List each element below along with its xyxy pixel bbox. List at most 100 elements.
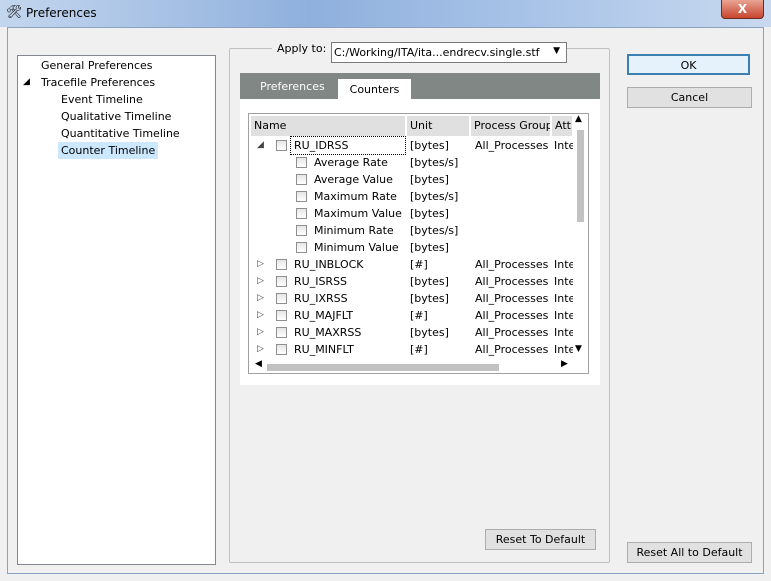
row-name: Maximum Value	[314, 207, 402, 220]
row-checkbox[interactable]	[276, 310, 287, 321]
row-name: RU_INBLOCK	[294, 258, 364, 271]
row-process-group: All_Processes	[475, 292, 549, 305]
row-unit: [bytes]	[410, 139, 449, 152]
horizontal-scroll-thumb[interactable]	[267, 364, 499, 371]
column-header-attributes[interactable]: Attri	[552, 116, 572, 136]
row-process-group: All_Processes	[475, 139, 549, 152]
table-row[interactable]: Average Rate [bytes/s]	[249, 154, 571, 171]
table-row[interactable]: ◢ RU_IDRSS [bytes] All_Processes Inte	[249, 136, 573, 155]
tab-preferences[interactable]: Preferences	[250, 73, 335, 99]
counters-table: Name Unit Process Group Attri ◢ RU_IDRSS […	[248, 113, 589, 374]
row-name: RU_IDRSS	[290, 136, 406, 155]
apply-to-value: C:/Working/ITA/ita...endrecv.single.stf	[334, 46, 540, 59]
row-process-group: All_Processes	[475, 258, 549, 271]
tree-item[interactable]: Counter Timeline	[58, 142, 159, 159]
tree-item-label: Counter Timeline	[61, 144, 156, 157]
tab-counters[interactable]: Counters	[338, 79, 411, 99]
table-row[interactable]: ▷ RU_ISRSS [bytes] All_Processes Inte	[249, 273, 573, 290]
expand-arrow-icon[interactable]: ▷	[257, 341, 264, 358]
table-row[interactable]: ▷ RU_MAXRSS [bytes] All_Processes Inte	[249, 324, 573, 341]
table-row[interactable]: Maximum Rate [bytes/s]	[249, 188, 571, 205]
row-unit: [bytes/s]	[410, 156, 459, 169]
row-checkbox[interactable]	[296, 208, 307, 219]
tree-item-label: Tracefile Preferences	[41, 76, 156, 89]
table-row[interactable]: Minimum Rate [bytes/s]	[249, 222, 571, 239]
table-row[interactable]: ▷ RU_INBLOCK [#] All_Processes Inte	[249, 256, 573, 273]
apply-to-label: Apply to:	[272, 42, 332, 55]
column-header-unit[interactable]: Unit	[407, 116, 469, 136]
row-checkbox[interactable]	[296, 225, 307, 236]
column-header-process-group[interactable]: Process Group	[471, 116, 550, 136]
row-name: RU_MAXRSS	[294, 326, 362, 339]
expand-arrow-icon[interactable]: ▷	[257, 256, 264, 273]
preferences-tree: General Preferences ◢ Tracefile Preference…	[17, 55, 216, 565]
row-checkbox[interactable]	[276, 140, 287, 151]
row-unit: [#]	[410, 309, 428, 322]
column-header-name[interactable]: Name	[251, 116, 405, 136]
row-attribute: Inte	[554, 343, 573, 356]
scroll-down-icon[interactable]: ▼	[575, 344, 582, 354]
tree-item[interactable]: ◢ Tracefile Preferences	[23, 74, 158, 91]
row-attribute: Inte	[554, 326, 573, 339]
row-unit: [bytes]	[410, 292, 449, 305]
row-checkbox[interactable]	[276, 276, 287, 287]
ok-button[interactable]: OK	[627, 54, 750, 75]
row-checkbox[interactable]	[276, 327, 287, 338]
row-checkbox[interactable]	[296, 191, 307, 202]
cancel-button[interactable]: Cancel	[627, 87, 752, 108]
expand-arrow-icon[interactable]: ▷	[257, 273, 264, 290]
row-checkbox[interactable]	[276, 259, 287, 270]
row-checkbox[interactable]	[296, 242, 307, 253]
table-row[interactable]: ▷ RU_MAJFLT [#] All_Processes Inte	[249, 307, 573, 324]
row-attribute: Inte	[554, 258, 573, 271]
row-attribute: Inte	[554, 292, 573, 305]
row-unit: [bytes]	[410, 241, 449, 254]
row-attribute: Inte	[554, 309, 573, 322]
expand-arrow-icon[interactable]: ▷	[257, 307, 264, 324]
collapse-arrow-icon[interactable]: ◢	[257, 137, 264, 154]
scroll-left-icon[interactable]: ◀	[255, 359, 262, 369]
tree-item[interactable]: Qualitative Timeline	[58, 108, 174, 125]
row-checkbox[interactable]	[296, 174, 307, 185]
row-name: RU_IXRSS	[294, 292, 348, 305]
reset-to-default-button[interactable]: Reset To Default	[485, 529, 596, 550]
scroll-up-icon[interactable]: ▲	[575, 114, 582, 124]
row-name: RU_ISRSS	[294, 275, 348, 288]
row-name: Average Rate	[314, 156, 388, 169]
chevron-down-icon: ▼	[553, 46, 560, 56]
table-row[interactable]: ▷ RU_MINFLT [#] All_Processes Inte	[249, 341, 573, 358]
scroll-right-icon[interactable]: ▶	[561, 359, 568, 369]
row-process-group: All_Processes	[475, 343, 549, 356]
row-name: Minimum Rate	[314, 224, 394, 237]
close-button[interactable]: X	[721, 0, 764, 19]
table-row[interactable]: Maximum Value [bytes]	[249, 205, 571, 222]
window-title: Preferences	[26, 6, 97, 20]
tools-icon: 🛠	[6, 5, 23, 20]
apply-to-dropdown[interactable]: C:/Working/ITA/ita...endrecv.single.stf …	[331, 42, 567, 63]
row-unit: [bytes]	[410, 207, 449, 220]
tree-item[interactable]: Event Timeline	[58, 91, 146, 108]
row-name: Maximum Rate	[314, 190, 397, 203]
table-row[interactable]: Average Value [bytes]	[249, 171, 571, 188]
row-unit: [bytes/s]	[410, 190, 459, 203]
reset-all-to-default-button[interactable]: Reset All to Default	[627, 542, 752, 563]
expand-arrow-icon[interactable]: ▷	[257, 324, 264, 341]
expanded-arrow-icon[interactable]: ◢	[23, 74, 30, 91]
expand-arrow-icon[interactable]: ▷	[257, 290, 264, 307]
row-checkbox[interactable]	[276, 293, 287, 304]
row-checkbox[interactable]	[296, 157, 307, 168]
row-unit: [#]	[410, 343, 428, 356]
table-row[interactable]: Minimum Value [bytes]	[249, 239, 571, 256]
row-name: Average Value	[314, 173, 393, 186]
row-process-group: All_Processes	[475, 326, 549, 339]
row-name: Minimum Value	[314, 241, 399, 254]
row-checkbox[interactable]	[276, 344, 287, 355]
row-unit: [#]	[410, 258, 428, 271]
vertical-scroll-thumb[interactable]	[577, 130, 584, 222]
tree-item[interactable]: Quantitative Timeline	[58, 125, 183, 142]
tree-item[interactable]: General Preferences	[38, 57, 156, 74]
tree-item-label: Event Timeline	[61, 93, 143, 106]
table-row[interactable]: ▷ RU_IXRSS [bytes] All_Processes Inte	[249, 290, 573, 307]
row-name: RU_MINFLT	[294, 343, 354, 356]
row-unit: [bytes/s]	[410, 224, 459, 237]
